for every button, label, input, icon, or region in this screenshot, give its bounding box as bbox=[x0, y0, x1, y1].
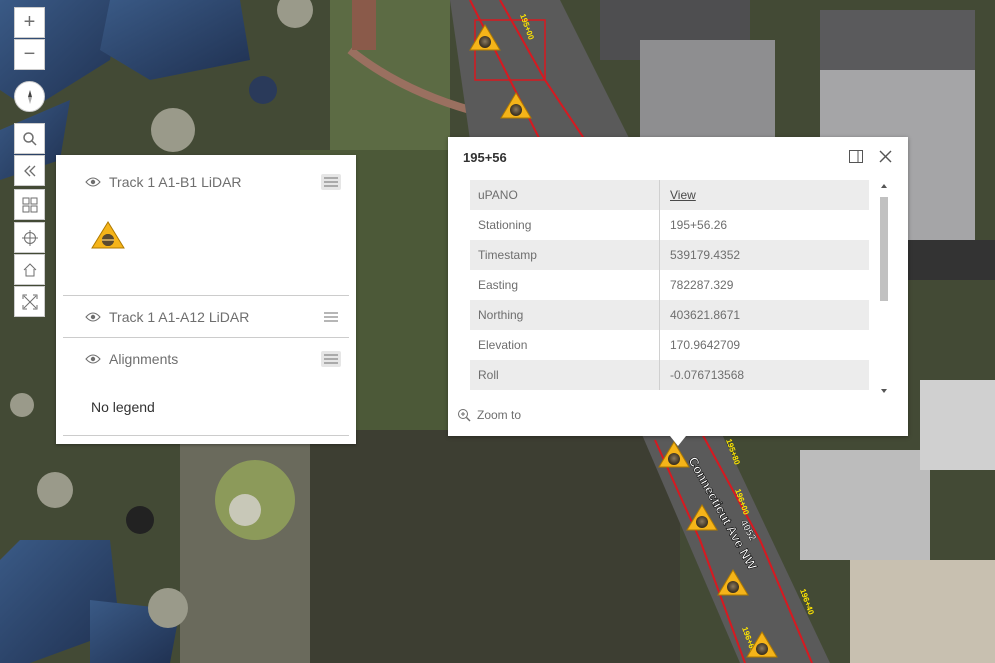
field-name: Elevation bbox=[470, 330, 660, 360]
layer-options-button[interactable] bbox=[321, 309, 341, 325]
layer-title: Track 1 A1-B1 LiDAR bbox=[109, 174, 242, 190]
view-link[interactable]: View bbox=[660, 188, 696, 202]
field-value: 403621.8671 bbox=[670, 308, 741, 322]
zoom-to-label: Zoom to bbox=[477, 408, 522, 422]
basemap-button[interactable] bbox=[14, 189, 45, 220]
zoom-to-button[interactable]: Zoom to bbox=[457, 408, 521, 422]
layer-header[interactable]: Alignments bbox=[85, 351, 178, 367]
layer-options-button[interactable] bbox=[321, 351, 341, 367]
fullscreen-icon bbox=[22, 294, 37, 309]
table-row: Elevation 170.9642709 bbox=[470, 330, 869, 360]
layer-section: Alignments No legend bbox=[63, 337, 349, 436]
fullscreen-button[interactable] bbox=[14, 286, 45, 317]
feature-popup: 195+56 uPANO View Stationing 195+56.26 Tim… bbox=[448, 137, 908, 436]
compass-button[interactable] bbox=[14, 81, 45, 112]
no-legend-text: No legend bbox=[91, 399, 155, 415]
locate-button[interactable] bbox=[14, 222, 45, 253]
layer-title: Track 1 A1-A12 LiDAR bbox=[109, 309, 250, 325]
field-name: uPANO bbox=[470, 180, 660, 210]
field-value: 170.9642709 bbox=[670, 338, 741, 352]
menu-icon bbox=[324, 312, 338, 322]
field-value: 539179.4352 bbox=[670, 248, 741, 262]
basemap-icon bbox=[22, 197, 37, 212]
field-name: Easting bbox=[470, 270, 660, 300]
collapse-button[interactable] bbox=[14, 155, 45, 186]
lidar-symbol-icon bbox=[91, 221, 125, 249]
plus-icon: + bbox=[23, 11, 36, 33]
menu-icon bbox=[324, 354, 338, 364]
zoom-out-button[interactable]: − bbox=[14, 39, 45, 70]
zoom-in-button[interactable]: + bbox=[14, 7, 45, 38]
minus-icon: − bbox=[23, 43, 36, 65]
compass-icon bbox=[27, 89, 32, 104]
table-row: Stationing 195+56.26 bbox=[470, 210, 869, 240]
home-button[interactable] bbox=[14, 254, 45, 285]
table-row: uPANO View bbox=[470, 180, 869, 210]
field-name: Roll bbox=[470, 360, 660, 390]
table-row: Northing 403621.8671 bbox=[470, 300, 869, 330]
locate-icon bbox=[21, 229, 38, 246]
layer-title: Alignments bbox=[109, 351, 179, 367]
layer-list-panel: Track 1 A1-B1 LiDAR Track 1 A1-A12 LiDAR… bbox=[56, 155, 356, 444]
eye-icon[interactable] bbox=[85, 311, 101, 323]
search-button[interactable] bbox=[14, 123, 45, 154]
popup-pointer bbox=[670, 436, 686, 446]
collapse-icon bbox=[23, 165, 35, 176]
field-value: -0.076713568 bbox=[670, 368, 745, 382]
eye-icon[interactable] bbox=[85, 176, 101, 188]
layer-section: Track 1 A1-A12 LiDAR bbox=[63, 295, 349, 338]
table-row: Timestamp 539179.4352 bbox=[470, 240, 869, 270]
layer-header[interactable]: Track 1 A1-A12 LiDAR bbox=[85, 309, 249, 325]
table-row: Roll -0.076713568 bbox=[470, 360, 869, 390]
layer-options-button[interactable] bbox=[321, 174, 341, 190]
eye-icon[interactable] bbox=[85, 353, 101, 365]
home-icon bbox=[23, 262, 36, 276]
field-name: Northing bbox=[470, 300, 660, 330]
attribute-table: uPANO View Stationing 195+56.26 Timestamp 5… bbox=[470, 180, 869, 397]
table-row: Easting 782287.329 bbox=[470, 270, 869, 300]
close-icon[interactable] bbox=[879, 150, 892, 163]
menu-icon bbox=[324, 177, 338, 187]
layer-header[interactable]: Track 1 A1-B1 LiDAR bbox=[85, 174, 242, 190]
dock-icon[interactable] bbox=[849, 150, 863, 163]
popup-title: 195+56 bbox=[463, 150, 507, 165]
field-value: 195+56.26 bbox=[670, 218, 728, 232]
layer-section: Track 1 A1-B1 LiDAR bbox=[63, 155, 349, 296]
field-name: Timestamp bbox=[470, 240, 660, 270]
field-value: 782287.329 bbox=[670, 278, 734, 292]
field-name: Stationing bbox=[470, 210, 660, 240]
zoom-in-icon bbox=[458, 409, 471, 422]
popup-scrollbar[interactable] bbox=[878, 181, 890, 396]
search-icon bbox=[22, 131, 37, 146]
